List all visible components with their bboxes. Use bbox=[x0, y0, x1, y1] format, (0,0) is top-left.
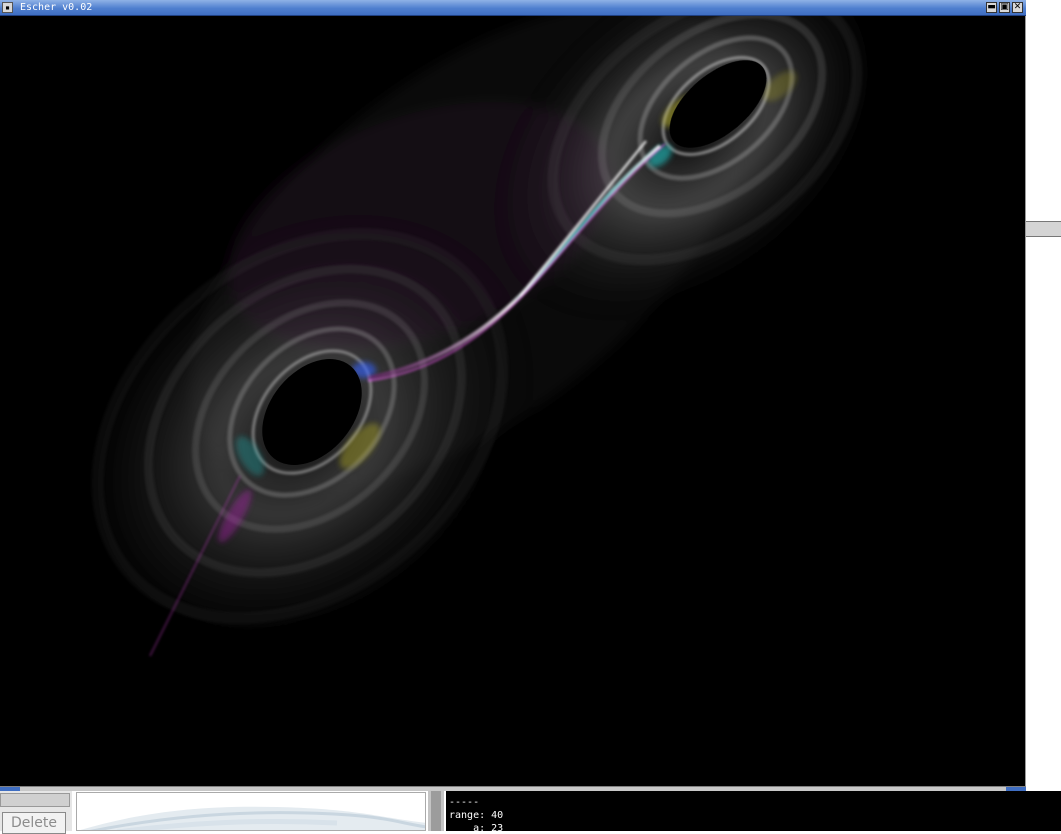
window-menu-icon[interactable]: ▪ bbox=[2, 2, 13, 13]
background-window-statusbar bbox=[1026, 221, 1061, 237]
name-field[interactable] bbox=[0, 793, 70, 807]
render-canvas[interactable] bbox=[0, 16, 1025, 786]
bottom-panel: Delete ----- range: 40 a: 23 bbox=[0, 791, 1061, 834]
console-line: a: 23 bbox=[449, 823, 504, 831]
thumbnail-image bbox=[77, 793, 425, 830]
preview-thumbnail[interactable] bbox=[76, 792, 426, 831]
escher-window: ▪ Escher v0.02 ▬ ▣ ✕ bbox=[0, 0, 1026, 786]
console-output: ----- range: 40 a: 23 bbox=[446, 791, 1061, 831]
background-window-edge bbox=[1026, 0, 1061, 237]
pane-splitter[interactable] bbox=[428, 791, 444, 831]
minimize-icon[interactable]: ▬ bbox=[986, 2, 997, 13]
control-column: Delete bbox=[0, 791, 72, 834]
fractal-flame-render bbox=[62, 16, 891, 663]
window-title: Escher v0.02 bbox=[20, 2, 93, 13]
close-icon[interactable]: ✕ bbox=[1012, 2, 1023, 13]
console-line: range: 40 bbox=[449, 810, 504, 821]
splitter-grip[interactable] bbox=[431, 791, 441, 831]
console-line: ----- bbox=[449, 797, 480, 808]
maximize-icon[interactable]: ▣ bbox=[999, 2, 1010, 13]
title-bar[interactable]: ▪ Escher v0.02 ▬ ▣ ✕ bbox=[0, 0, 1026, 16]
